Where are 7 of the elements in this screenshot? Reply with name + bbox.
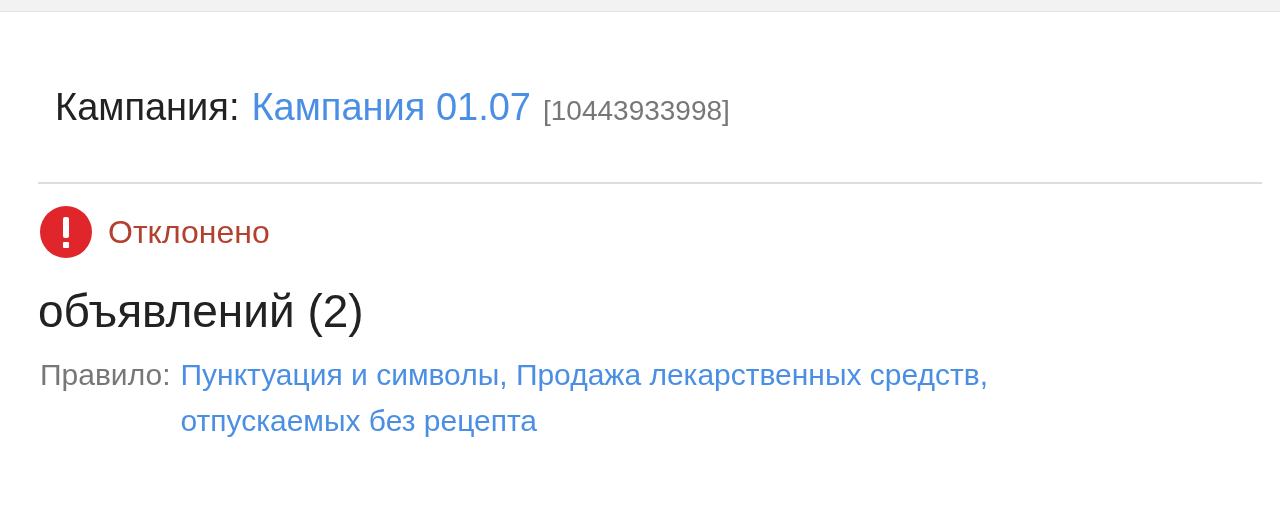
- campaign-link[interactable]: Кампания 01.07: [251, 86, 531, 129]
- status-label: Отклонено: [108, 213, 270, 251]
- campaign-label: Кампания:: [55, 86, 240, 129]
- ads-heading: объявлений (2): [38, 284, 365, 338]
- rule-label: Правило:: [40, 357, 171, 393]
- campaign-id: [10443933998]: [543, 95, 730, 127]
- policy-link[interactable]: Пунктуация и символы, Продажа лекарственных средств, отпускаемых без рецепта: [180, 352, 1081, 444]
